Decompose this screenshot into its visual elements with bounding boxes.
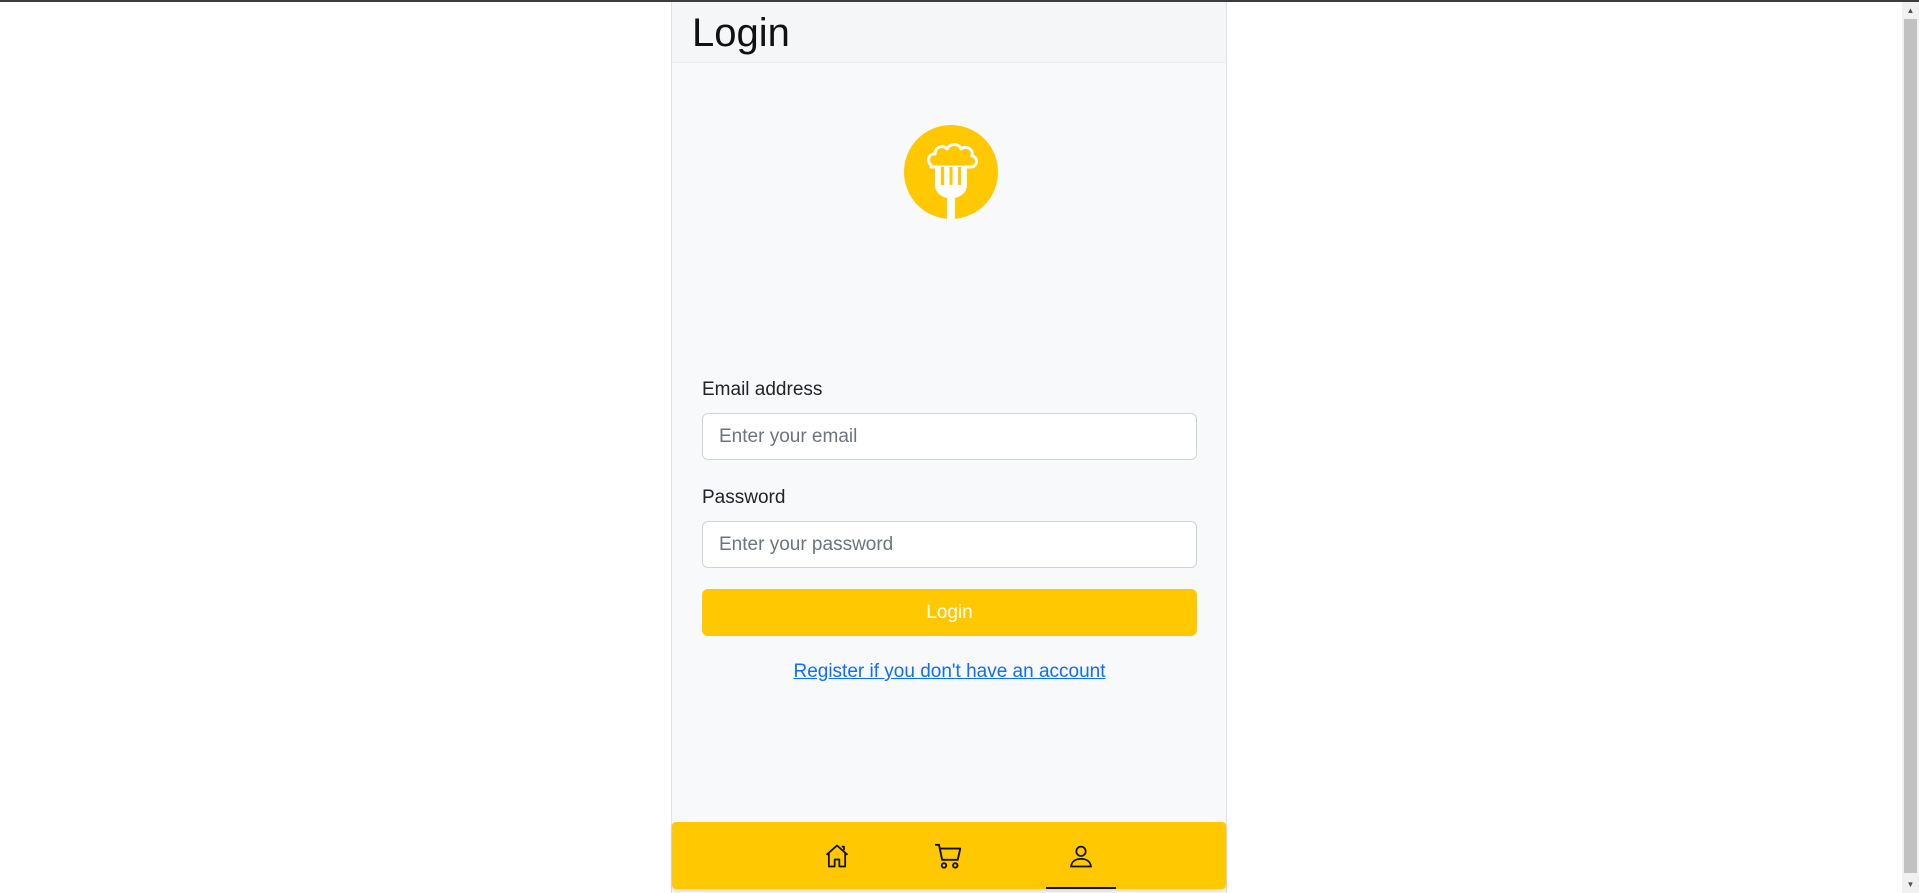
nav-profile[interactable]	[1046, 822, 1116, 889]
register-link[interactable]: Register if you don't have an account	[702, 661, 1197, 683]
login-button[interactable]: Login	[702, 589, 1197, 636]
app-container: Login Email address Password Login Regis…	[671, 2, 1227, 893]
home-icon	[825, 844, 849, 867]
scroll-up-arrow-icon[interactable]: ▲	[1902, 2, 1919, 19]
page-title: Login	[692, 11, 790, 55]
user-icon	[1070, 845, 1092, 867]
nav-cart[interactable]	[914, 822, 984, 889]
email-label: Email address	[702, 379, 823, 400]
email-field[interactable]	[702, 413, 1197, 460]
cart-icon	[934, 843, 962, 869]
bottom-navigation	[672, 822, 1226, 889]
fork-food-logo-icon	[904, 125, 998, 219]
page-header: Login	[672, 2, 1226, 63]
nav-home[interactable]	[802, 822, 872, 889]
scroll-down-arrow-icon[interactable]: ▼	[1902, 876, 1919, 893]
vertical-scrollbar[interactable]: ▲ ▼	[1902, 2, 1919, 893]
password-field[interactable]	[702, 521, 1197, 568]
scrollbar-thumb[interactable]	[1904, 19, 1917, 873]
password-label: Password	[702, 487, 786, 508]
